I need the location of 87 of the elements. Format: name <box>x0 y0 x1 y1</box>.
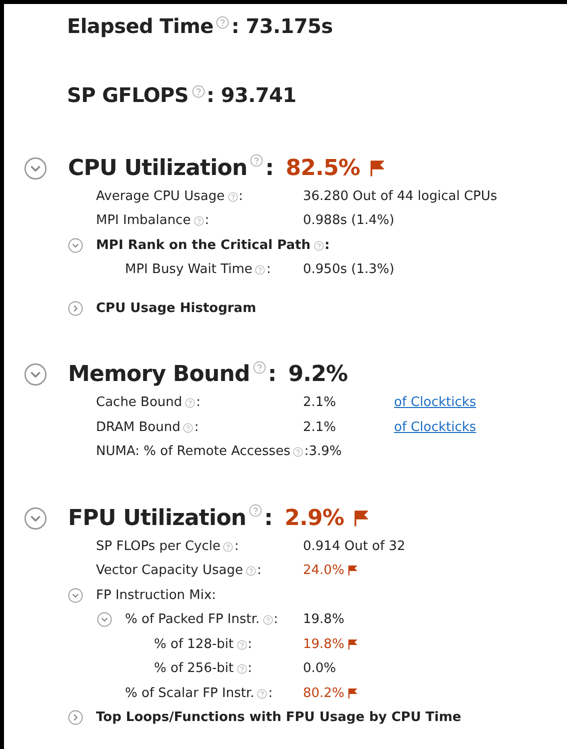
colon: : <box>268 686 273 701</box>
metric-value: 0.914 Out of 32 <box>303 538 406 554</box>
metric-label: NUMA: % of Remote Accesses <box>96 444 290 460</box>
colon: : <box>266 262 271 278</box>
colon: : <box>265 156 274 180</box>
help-icon[interactable] <box>236 640 247 650</box>
colon: : <box>248 661 252 676</box>
help-icon[interactable] <box>262 615 273 626</box>
unit-link[interactable]: of Clockticks <box>394 395 476 410</box>
colon: : <box>204 213 210 228</box>
section-title: FPU Utilization <box>68 506 246 530</box>
metric-value: 3.9% <box>308 444 342 460</box>
metric-label: MPI Imbalance <box>96 213 191 228</box>
metric-value: 0.988s (1.4%) <box>303 213 394 228</box>
flag-icon <box>370 160 384 176</box>
metric-label: Cache Bound <box>96 395 182 410</box>
group-heading: MPI Rank on the Critical Path <box>96 238 311 253</box>
section-value: 82.5% <box>286 156 360 180</box>
collapse-toggle-icon[interactable] <box>24 156 47 180</box>
metric-label: % of Scalar FP Instr. <box>125 686 254 701</box>
section-title: CPU Utilization <box>68 156 248 180</box>
metric-label: FP Instruction Mix: <box>96 588 216 603</box>
metric-label: SP FLOPs per Cycle <box>96 538 220 554</box>
help-icon[interactable] <box>192 85 204 98</box>
expand-toggle-icon[interactable] <box>68 300 83 316</box>
collapse-toggle-icon[interactable] <box>24 506 47 530</box>
metric-value: : 73.175s <box>231 14 333 38</box>
colon: : <box>324 238 330 253</box>
metric-label: Vector Capacity Usage <box>96 563 244 578</box>
help-icon[interactable] <box>255 265 266 276</box>
expand-toggle-icon[interactable] <box>68 710 83 726</box>
metric-label: % of 128-bit <box>154 636 234 652</box>
flag-icon <box>354 510 368 526</box>
group-heading: CPU Usage Histogram <box>96 300 256 316</box>
help-icon[interactable] <box>194 216 204 226</box>
colon: : <box>257 563 262 578</box>
help-icon[interactable] <box>185 398 196 408</box>
flag-icon <box>348 565 358 576</box>
flag-icon <box>348 638 358 650</box>
colon: : <box>304 444 309 460</box>
collapse-toggle-icon[interactable] <box>24 363 47 386</box>
help-icon[interactable] <box>252 360 266 374</box>
metric-value: 0.950s (1.3%) <box>303 262 394 278</box>
colon: : <box>268 362 276 387</box>
colon: : <box>274 612 278 628</box>
metric-value: 19.8% <box>303 636 344 652</box>
metric-value: : 93.741 <box>206 83 296 107</box>
metric-value: 36.280 Out of 44 logical CPUs <box>303 188 498 204</box>
group-heading: Top Loops/Functions with FPU Usage by CPU Time <box>96 710 462 726</box>
help-icon[interactable] <box>314 240 324 251</box>
help-icon[interactable] <box>216 16 230 29</box>
help-icon[interactable] <box>246 566 256 576</box>
metric-value: 2.1% <box>303 395 336 410</box>
metric-title: Elapsed Time <box>67 14 214 38</box>
unit-link[interactable]: of Clockticks <box>394 420 476 435</box>
help-icon[interactable] <box>293 447 304 458</box>
section-title: Memory Bound <box>68 362 250 387</box>
colon: : <box>194 420 199 435</box>
metric-title: SP GFLOPS <box>67 83 188 107</box>
metric-label: % of Packed FP Instr. <box>125 612 260 628</box>
help-icon[interactable] <box>183 422 194 433</box>
metric-value: 24.0% <box>303 563 344 578</box>
metric-value: 2.1% <box>303 420 336 435</box>
colon: : <box>264 506 273 530</box>
help-icon[interactable] <box>228 192 238 202</box>
metric-label: % of 256-bit <box>154 661 234 676</box>
section-value: 9.2% <box>288 362 348 387</box>
metric-value: 80.2% <box>303 686 344 701</box>
metric-label: Average CPU Usage <box>96 188 225 204</box>
collapse-toggle-icon[interactable] <box>68 588 83 603</box>
help-icon[interactable] <box>236 664 247 674</box>
help-icon[interactable] <box>223 542 234 552</box>
collapse-toggle-icon[interactable] <box>97 612 112 628</box>
metric-value: 19.8% <box>303 612 344 628</box>
flag-icon <box>348 688 358 699</box>
metric-label: MPI Busy Wait Time <box>125 262 252 278</box>
colon: : <box>238 188 243 204</box>
collapse-toggle-icon[interactable] <box>68 238 83 253</box>
help-icon[interactable] <box>249 504 262 517</box>
colon: : <box>234 538 239 554</box>
colon: : <box>248 636 252 652</box>
colon: : <box>196 395 201 410</box>
help-icon[interactable] <box>257 688 268 699</box>
metric-value: 0.0% <box>303 661 336 676</box>
help-icon[interactable] <box>250 154 264 167</box>
section-value: 2.9% <box>284 506 344 530</box>
metric-label: DRAM Bound <box>96 420 180 435</box>
